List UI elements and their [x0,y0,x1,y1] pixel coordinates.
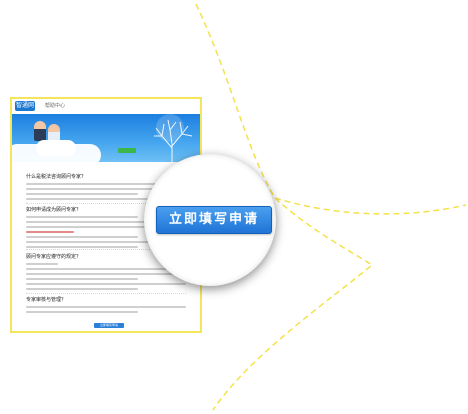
bottom-apply-button[interactable]: 立即填写申请 [94,323,124,328]
section-review: 专家审核与管理？ [26,297,186,313]
site-logo[interactable]: 智通网 [15,101,35,111]
text-line [26,193,138,195]
text-line [26,246,138,248]
section-title: 专家审核与管理？ [26,297,67,303]
text-line [26,278,138,280]
text-line [26,231,74,233]
banner-apply-button[interactable] [118,148,136,153]
person-image [34,121,46,141]
text-line [26,311,138,313]
text-line [26,236,138,238]
apply-now-button[interactable]: 立即填写申请 [156,206,272,234]
preview-banner [12,114,200,162]
section-divider [26,293,186,294]
text-line [26,263,58,265]
preview-topbar: 智通网 帮助中心 [12,99,200,114]
text-line [26,268,186,270]
text-line [26,216,138,218]
text-line [26,273,186,275]
cloud-decoration [36,140,76,156]
text-line [26,288,138,290]
tree-illustration [154,114,193,162]
text-line [26,283,186,285]
text-line [26,306,186,308]
top-help-link[interactable]: 帮助中心 [45,102,65,109]
